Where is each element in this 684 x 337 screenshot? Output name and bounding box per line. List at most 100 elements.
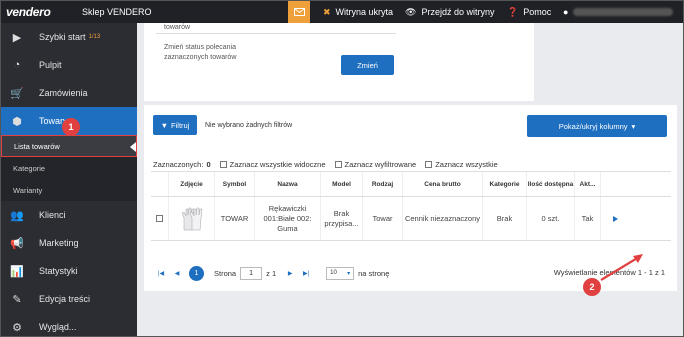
hidden-site-label: Witryna ukryta bbox=[335, 7, 394, 17]
page-label: Strona bbox=[214, 268, 237, 278]
play-icon: ▶ bbox=[12, 31, 22, 44]
hidden-site-link[interactable]: ✖ Witryna ukryta bbox=[323, 1, 393, 23]
current-page[interactable]: 1 bbox=[189, 265, 204, 281]
per-page-label: na stronę bbox=[358, 268, 390, 278]
column-header-qty[interactable]: Ilość dostępna bbox=[527, 172, 575, 196]
user-name-blurred bbox=[573, 8, 674, 16]
annotation-badge-1: 1 bbox=[62, 118, 80, 136]
dashboard-icon: ◔ bbox=[13, 59, 21, 71]
play-arrow-icon bbox=[612, 215, 618, 222]
column-header-model[interactable]: Model bbox=[321, 172, 363, 196]
select-filtered-option[interactable]: Zaznacz wyfiltrowane bbox=[334, 160, 417, 169]
sidebar-subitem-label: Warianty bbox=[13, 185, 43, 195]
sidebar-subitem-variants[interactable]: Warianty bbox=[1, 179, 137, 201]
selected-label: Zaznaczonych: bbox=[153, 160, 204, 169]
cell-active[interactable]: Tak bbox=[575, 197, 601, 240]
help-label: Pomoc bbox=[523, 7, 552, 17]
products-panel: ▼ Filtruj Nie wybrano żadnych filtrów Po… bbox=[144, 105, 677, 291]
sidebar-item-quick-start[interactable]: ▶ Szybki start 1/13 bbox=[1, 23, 137, 51]
last-page-icon[interactable]: ▶| bbox=[298, 270, 314, 277]
filter-button[interactable]: ▼ Filtruj bbox=[153, 115, 197, 135]
top-bar: vendero Sklep VENDERO ✖ Witryna ukryta 👁… bbox=[1, 1, 683, 23]
sidebar-item-clients[interactable]: 👥 Klienci bbox=[1, 201, 137, 229]
glove-image bbox=[181, 207, 202, 230]
sidebar-item-label: Szybki start bbox=[39, 32, 86, 42]
help-link[interactable]: ❓ Pomoc bbox=[507, 1, 551, 23]
cell-model: Brak przypisa... bbox=[321, 197, 363, 240]
status-panel: towarów Zmień status polecania zaznaczon… bbox=[144, 23, 534, 101]
chart-icon: 📊 bbox=[10, 265, 24, 278]
row-checkbox[interactable] bbox=[156, 215, 163, 222]
no-filters-text: Nie wybrano żadnych filtrów bbox=[205, 122, 293, 129]
row-expand-button[interactable] bbox=[601, 197, 629, 240]
app-window: vendero Sklep VENDERO ✖ Witryna ukryta 👁… bbox=[0, 0, 684, 337]
column-header-categories[interactable]: Kategorie bbox=[483, 172, 527, 196]
cell-qty: 0 szt. bbox=[527, 197, 575, 240]
sidebar-item-label: Zamówienia bbox=[39, 88, 88, 98]
select-all-label: Zaznacz wszystkie bbox=[435, 160, 498, 169]
divider bbox=[156, 33, 396, 34]
sidebar-item-marketing[interactable]: 📢 Marketing bbox=[1, 229, 137, 257]
megaphone-icon: 📢 bbox=[10, 237, 24, 250]
select-all-checkbox[interactable] bbox=[425, 161, 433, 168]
caret-down-icon: ▾ bbox=[631, 121, 636, 131]
warning-icon: ✖ bbox=[323, 6, 331, 17]
active-caret-icon bbox=[130, 142, 136, 152]
go-to-site-link[interactable]: 👁 Przejdź do witryny bbox=[405, 1, 494, 23]
selected-count: 0 bbox=[206, 160, 211, 169]
sidebar-subitem-categories[interactable]: Kategorie bbox=[1, 157, 137, 179]
sidebar-item-appearance[interactable]: ⚙ Wygląd... bbox=[1, 313, 137, 336]
sidebar-item-label: Wygląd... bbox=[39, 322, 77, 332]
change-button[interactable]: Zmień bbox=[341, 55, 394, 75]
select-filtered-checkbox[interactable] bbox=[334, 161, 342, 168]
box-icon: ⬢ bbox=[12, 115, 22, 128]
cell-type: Towar bbox=[363, 197, 403, 240]
shop-name[interactable]: Sklep VENDERO bbox=[82, 7, 152, 17]
column-header-price[interactable]: Cena brutto bbox=[403, 172, 483, 196]
select-filtered-label: Zaznacz wyfiltrowane bbox=[344, 160, 417, 169]
select-all-option[interactable]: Zaznacz wszystkie bbox=[425, 160, 498, 169]
column-header-photo[interactable]: Zdjęcie bbox=[169, 172, 215, 196]
select-visible-option[interactable]: Zaznacz wszystkie widoczne bbox=[219, 160, 326, 169]
prev-page-icon[interactable]: ◀ bbox=[169, 270, 185, 277]
cell-price: Cennik niezaznaczony bbox=[403, 197, 483, 240]
change-status-label: Zmień status polecania zaznaczonych towa… bbox=[164, 44, 237, 61]
table-row[interactable]: TOWAR Rękawiczki 001:Białe 002: Guma Bra… bbox=[151, 197, 671, 241]
user-menu[interactable]: ● bbox=[563, 1, 674, 23]
table-header: Zdjęcie Symbol Nazwa Model Rodzaj Cena b… bbox=[151, 171, 671, 197]
main-content: towarów Zmień status polecania zaznaczon… bbox=[137, 23, 683, 336]
sidebar-item-orders[interactable]: 🛒 Zamówienia bbox=[1, 79, 137, 107]
column-header-symbol[interactable]: Symbol bbox=[215, 172, 255, 196]
go-to-site-label: Przejdź do witryny bbox=[421, 7, 495, 17]
logo: vendero bbox=[6, 5, 51, 19]
column-header-select bbox=[151, 172, 169, 196]
filter-button-label: Filtruj bbox=[171, 120, 190, 130]
sidebar-item-label: Pulpit bbox=[39, 60, 62, 70]
first-page-icon[interactable]: |◀ bbox=[153, 270, 169, 277]
select-visible-checkbox[interactable] bbox=[219, 161, 227, 168]
cell-name[interactable]: Rękawiczki 001:Białe 002: Guma bbox=[255, 197, 321, 240]
of-pages-label: z 1 bbox=[266, 268, 277, 278]
page-input[interactable]: 1 bbox=[240, 266, 263, 280]
select-visible-label: Zaznacz wszystkie widoczne bbox=[229, 160, 326, 169]
annotation-badge-2: 2 bbox=[583, 278, 601, 296]
sidebar-item-dashboard[interactable]: ◔ Pulpit bbox=[1, 51, 137, 79]
envelope-icon[interactable] bbox=[288, 1, 310, 23]
sidebar-item-statistics[interactable]: 📊 Statystyki bbox=[1, 257, 137, 285]
sidebar-item-content[interactable]: ✎ Edycja treści bbox=[1, 285, 137, 313]
column-header-active[interactable]: Akt... bbox=[575, 172, 601, 196]
cell-category: Brak bbox=[483, 197, 527, 240]
eye-icon: 👁 bbox=[405, 6, 417, 17]
edit-icon: ✎ bbox=[12, 293, 22, 306]
product-photo[interactable] bbox=[169, 197, 215, 240]
toggle-columns-label: Pokaż/ukryj kolumny bbox=[558, 121, 628, 131]
per-page-select[interactable]: 10 ▾ bbox=[326, 266, 355, 280]
toggle-columns-button[interactable]: Pokaż/ukryj kolumny ▾ bbox=[527, 115, 667, 137]
column-header-name[interactable]: Nazwa bbox=[255, 172, 321, 196]
next-page-icon[interactable]: ▶ bbox=[282, 270, 298, 277]
sidebar-subitem-label: Lista towarów bbox=[14, 141, 60, 151]
sidebar-item-label: Klienci bbox=[39, 210, 66, 220]
sidebar-subitem-product-list[interactable]: Lista towarów bbox=[1, 135, 137, 157]
column-header-type[interactable]: Rodzaj bbox=[363, 172, 403, 196]
selection-bar: Zaznaczonych: 0 Zaznacz wszystkie widoczn… bbox=[153, 160, 502, 169]
